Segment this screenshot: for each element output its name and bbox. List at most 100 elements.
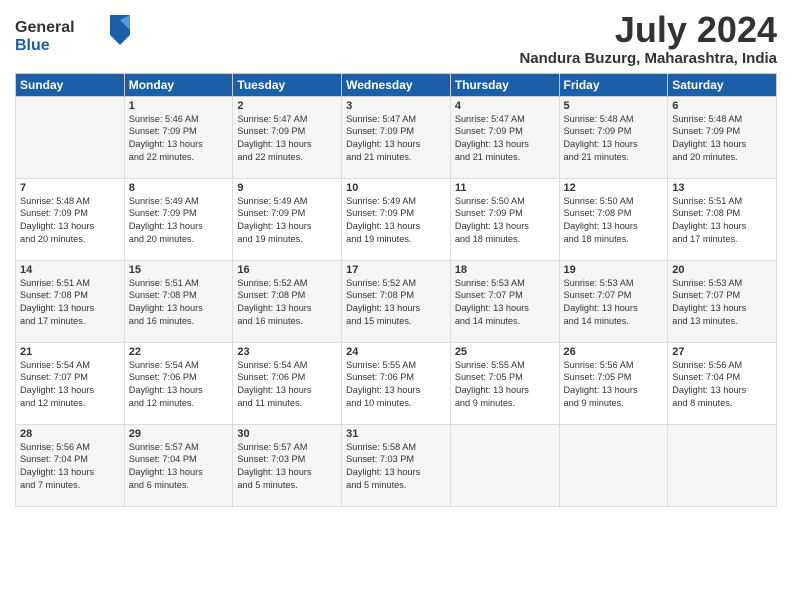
day-number: 29 xyxy=(129,428,229,440)
day-number: 7 xyxy=(20,182,120,194)
calendar-body: 1Sunrise: 5:46 AM Sunset: 7:09 PM Daylig… xyxy=(16,96,777,506)
day-number: 11 xyxy=(455,182,555,194)
day-info: Sunrise: 5:58 AM Sunset: 7:03 PM Dayligh… xyxy=(346,441,446,493)
svg-text:Blue: Blue xyxy=(15,37,50,54)
day-info: Sunrise: 5:49 AM Sunset: 7:09 PM Dayligh… xyxy=(129,195,229,247)
calendar-cell: 9Sunrise: 5:49 AM Sunset: 7:09 PM Daylig… xyxy=(233,178,342,260)
day-number: 28 xyxy=(20,428,120,440)
day-info: Sunrise: 5:51 AM Sunset: 7:08 PM Dayligh… xyxy=(20,277,120,329)
calendar-cell xyxy=(16,96,125,178)
calendar-cell: 1Sunrise: 5:46 AM Sunset: 7:09 PM Daylig… xyxy=(124,96,233,178)
day-number: 6 xyxy=(672,100,772,112)
day-number: 9 xyxy=(237,182,337,194)
calendar-table: SundayMondayTuesdayWednesdayThursdayFrid… xyxy=(15,73,777,507)
day-number: 22 xyxy=(129,346,229,358)
calendar-cell xyxy=(668,424,777,506)
logo-text: General Blue xyxy=(15,10,135,60)
calendar-cell: 8Sunrise: 5:49 AM Sunset: 7:09 PM Daylig… xyxy=(124,178,233,260)
day-number: 31 xyxy=(346,428,446,440)
day-info: Sunrise: 5:56 AM Sunset: 7:04 PM Dayligh… xyxy=(20,441,120,493)
day-info: Sunrise: 5:54 AM Sunset: 7:06 PM Dayligh… xyxy=(129,359,229,411)
calendar-cell xyxy=(559,424,668,506)
day-number: 26 xyxy=(564,346,664,358)
day-info: Sunrise: 5:52 AM Sunset: 7:08 PM Dayligh… xyxy=(346,277,446,329)
calendar-cell: 18Sunrise: 5:53 AM Sunset: 7:07 PM Dayli… xyxy=(450,260,559,342)
day-number: 30 xyxy=(237,428,337,440)
day-info: Sunrise: 5:54 AM Sunset: 7:07 PM Dayligh… xyxy=(20,359,120,411)
day-number: 12 xyxy=(564,182,664,194)
calendar-cell: 28Sunrise: 5:56 AM Sunset: 7:04 PM Dayli… xyxy=(16,424,125,506)
month-year: July 2024 xyxy=(519,10,777,50)
calendar-header: SundayMondayTuesdayWednesdayThursdayFrid… xyxy=(16,73,777,96)
calendar-week-row: 7Sunrise: 5:48 AM Sunset: 7:09 PM Daylig… xyxy=(16,178,777,260)
calendar-week-row: 14Sunrise: 5:51 AM Sunset: 7:08 PM Dayli… xyxy=(16,260,777,342)
calendar-cell: 29Sunrise: 5:57 AM Sunset: 7:04 PM Dayli… xyxy=(124,424,233,506)
day-info: Sunrise: 5:51 AM Sunset: 7:08 PM Dayligh… xyxy=(129,277,229,329)
day-info: Sunrise: 5:48 AM Sunset: 7:09 PM Dayligh… xyxy=(672,113,772,165)
calendar-cell: 31Sunrise: 5:58 AM Sunset: 7:03 PM Dayli… xyxy=(342,424,451,506)
day-number: 17 xyxy=(346,264,446,276)
logo: General Blue xyxy=(15,10,135,60)
calendar-cell xyxy=(450,424,559,506)
calendar-cell: 10Sunrise: 5:49 AM Sunset: 7:09 PM Dayli… xyxy=(342,178,451,260)
calendar-cell: 12Sunrise: 5:50 AM Sunset: 7:08 PM Dayli… xyxy=(559,178,668,260)
day-info: Sunrise: 5:48 AM Sunset: 7:09 PM Dayligh… xyxy=(20,195,120,247)
day-info: Sunrise: 5:56 AM Sunset: 7:04 PM Dayligh… xyxy=(672,359,772,411)
calendar-cell: 3Sunrise: 5:47 AM Sunset: 7:09 PM Daylig… xyxy=(342,96,451,178)
day-info: Sunrise: 5:56 AM Sunset: 7:05 PM Dayligh… xyxy=(564,359,664,411)
day-info: Sunrise: 5:48 AM Sunset: 7:09 PM Dayligh… xyxy=(564,113,664,165)
weekday-header: Thursday xyxy=(450,73,559,96)
header: General Blue July 2024 Nandura Buzurg, M… xyxy=(15,10,777,67)
day-number: 8 xyxy=(129,182,229,194)
calendar-cell: 26Sunrise: 5:56 AM Sunset: 7:05 PM Dayli… xyxy=(559,342,668,424)
day-info: Sunrise: 5:54 AM Sunset: 7:06 PM Dayligh… xyxy=(237,359,337,411)
calendar-week-row: 21Sunrise: 5:54 AM Sunset: 7:07 PM Dayli… xyxy=(16,342,777,424)
day-info: Sunrise: 5:50 AM Sunset: 7:08 PM Dayligh… xyxy=(564,195,664,247)
day-number: 14 xyxy=(20,264,120,276)
day-number: 4 xyxy=(455,100,555,112)
day-info: Sunrise: 5:47 AM Sunset: 7:09 PM Dayligh… xyxy=(237,113,337,165)
calendar-cell: 19Sunrise: 5:53 AM Sunset: 7:07 PM Dayli… xyxy=(559,260,668,342)
day-number: 5 xyxy=(564,100,664,112)
calendar-cell: 6Sunrise: 5:48 AM Sunset: 7:09 PM Daylig… xyxy=(668,96,777,178)
weekday-header: Saturday xyxy=(668,73,777,96)
day-info: Sunrise: 5:46 AM Sunset: 7:09 PM Dayligh… xyxy=(129,113,229,165)
calendar-cell: 24Sunrise: 5:55 AM Sunset: 7:06 PM Dayli… xyxy=(342,342,451,424)
calendar-cell: 15Sunrise: 5:51 AM Sunset: 7:08 PM Dayli… xyxy=(124,260,233,342)
calendar-cell: 11Sunrise: 5:50 AM Sunset: 7:09 PM Dayli… xyxy=(450,178,559,260)
day-info: Sunrise: 5:57 AM Sunset: 7:04 PM Dayligh… xyxy=(129,441,229,493)
day-number: 23 xyxy=(237,346,337,358)
calendar-cell: 27Sunrise: 5:56 AM Sunset: 7:04 PM Dayli… xyxy=(668,342,777,424)
weekday-header: Monday xyxy=(124,73,233,96)
calendar-container: General Blue July 2024 Nandura Buzurg, M… xyxy=(0,0,792,612)
day-number: 1 xyxy=(129,100,229,112)
calendar-cell: 7Sunrise: 5:48 AM Sunset: 7:09 PM Daylig… xyxy=(16,178,125,260)
location: Nandura Buzurg, Maharashtra, India xyxy=(519,50,777,67)
calendar-cell: 30Sunrise: 5:57 AM Sunset: 7:03 PM Dayli… xyxy=(233,424,342,506)
day-number: 10 xyxy=(346,182,446,194)
calendar-cell: 16Sunrise: 5:52 AM Sunset: 7:08 PM Dayli… xyxy=(233,260,342,342)
day-number: 13 xyxy=(672,182,772,194)
day-info: Sunrise: 5:47 AM Sunset: 7:09 PM Dayligh… xyxy=(346,113,446,165)
weekday-header: Friday xyxy=(559,73,668,96)
calendar-week-row: 1Sunrise: 5:46 AM Sunset: 7:09 PM Daylig… xyxy=(16,96,777,178)
weekday-header: Wednesday xyxy=(342,73,451,96)
calendar-cell: 22Sunrise: 5:54 AM Sunset: 7:06 PM Dayli… xyxy=(124,342,233,424)
day-number: 20 xyxy=(672,264,772,276)
calendar-cell: 20Sunrise: 5:53 AM Sunset: 7:07 PM Dayli… xyxy=(668,260,777,342)
day-info: Sunrise: 5:53 AM Sunset: 7:07 PM Dayligh… xyxy=(455,277,555,329)
calendar-cell: 25Sunrise: 5:55 AM Sunset: 7:05 PM Dayli… xyxy=(450,342,559,424)
calendar-cell: 2Sunrise: 5:47 AM Sunset: 7:09 PM Daylig… xyxy=(233,96,342,178)
day-number: 16 xyxy=(237,264,337,276)
calendar-cell: 23Sunrise: 5:54 AM Sunset: 7:06 PM Dayli… xyxy=(233,342,342,424)
calendar-cell: 17Sunrise: 5:52 AM Sunset: 7:08 PM Dayli… xyxy=(342,260,451,342)
calendar-week-row: 28Sunrise: 5:56 AM Sunset: 7:04 PM Dayli… xyxy=(16,424,777,506)
day-info: Sunrise: 5:53 AM Sunset: 7:07 PM Dayligh… xyxy=(672,277,772,329)
calendar-cell: 13Sunrise: 5:51 AM Sunset: 7:08 PM Dayli… xyxy=(668,178,777,260)
svg-text:General: General xyxy=(15,19,75,36)
weekday-row: SundayMondayTuesdayWednesdayThursdayFrid… xyxy=(16,73,777,96)
day-info: Sunrise: 5:51 AM Sunset: 7:08 PM Dayligh… xyxy=(672,195,772,247)
calendar-cell: 21Sunrise: 5:54 AM Sunset: 7:07 PM Dayli… xyxy=(16,342,125,424)
day-number: 19 xyxy=(564,264,664,276)
weekday-header: Tuesday xyxy=(233,73,342,96)
